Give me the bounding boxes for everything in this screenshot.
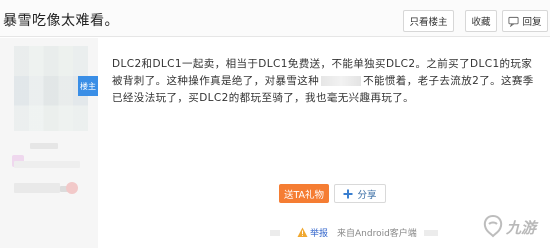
op-badge: 楼主 <box>78 76 98 96</box>
author-meta-blurred <box>14 183 60 193</box>
author-name-blurred[interactable] <box>30 143 58 149</box>
avatar[interactable] <box>14 46 88 131</box>
warning-icon <box>297 227 308 237</box>
thread-header: 暴雪吃像太难看。 只看楼主 收藏 回复 <box>0 0 550 37</box>
censored-word <box>321 76 362 86</box>
footer-blurred-1 <box>270 230 280 236</box>
author-sidebar: 楼主 <box>0 38 98 248</box>
report-link[interactable]: 举报 <box>310 226 328 239</box>
reply-button[interactable]: 回复 <box>502 10 548 32</box>
reply-button-label: 回复 <box>522 17 542 28</box>
send-gift-button[interactable]: 送TA礼物 <box>279 184 329 203</box>
badge-icon <box>66 182 78 194</box>
watermark-logo: 九游 <box>482 207 548 247</box>
post-content: DLC2和DLC1一起卖，相当于DLC1免费送，不能单独买DLC2。之前买了DL… <box>112 56 542 107</box>
favorite-button[interactable]: 收藏 <box>465 10 497 32</box>
client-source: 来自Android客户端 <box>337 229 417 239</box>
reply-icon <box>508 16 520 27</box>
author-info-blurred <box>14 161 80 168</box>
only-op-button[interactable]: 只看楼主 <box>403 10 454 32</box>
thread-title: 暴雪吃像太难看。 <box>3 13 119 29</box>
watermark-icon <box>483 214 503 238</box>
watermark-text: 九游 <box>506 218 537 237</box>
share-button[interactable]: 分享 <box>334 184 386 203</box>
share-button-label: 分享 <box>357 189 377 201</box>
post-footer: 举报 来自Android客户端 <box>0 224 550 248</box>
footer-blurred-2 <box>424 230 438 236</box>
plus-icon <box>343 189 353 198</box>
